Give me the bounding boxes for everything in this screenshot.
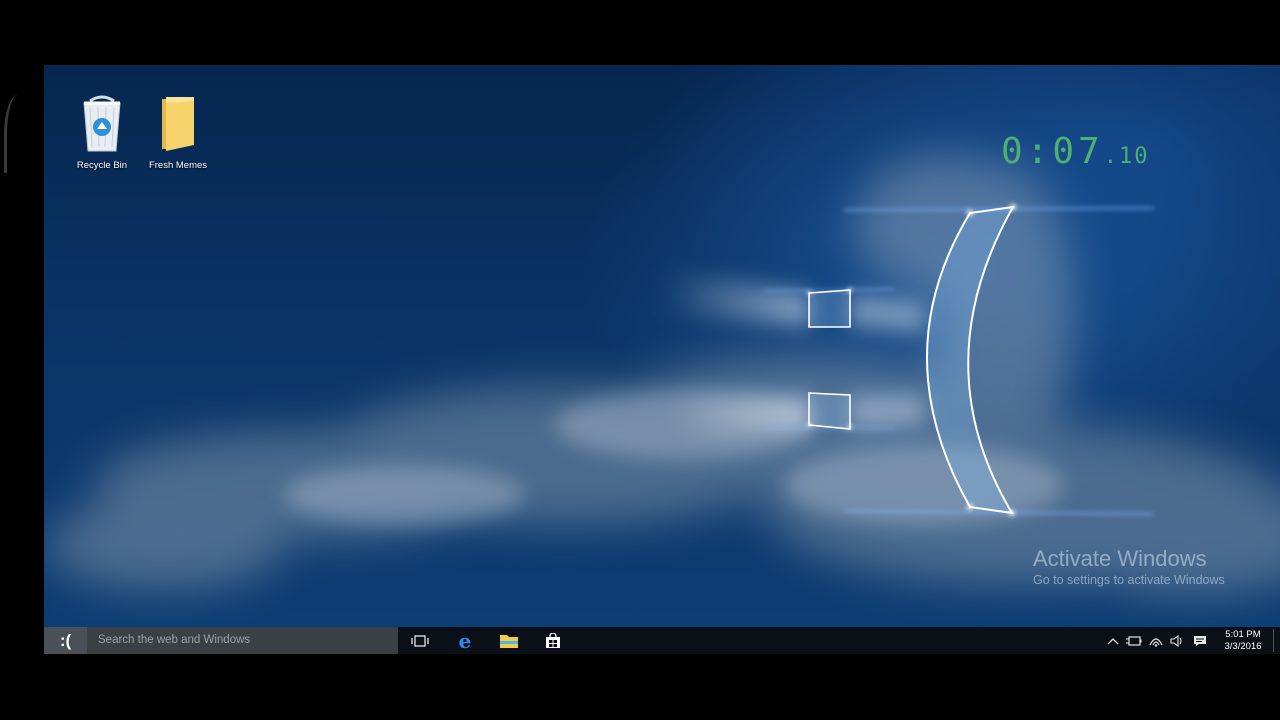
- watermark-subtitle: Go to settings to activate Windows: [1033, 573, 1225, 587]
- start-button[interactable]: :(: [44, 627, 87, 654]
- desktop-icon-label: Recycle Bin: [76, 160, 128, 171]
- store-icon[interactable]: [533, 627, 573, 654]
- desktop[interactable]: Recycle Bin Fresh Memes 0:07.10 Activate…: [44, 65, 1280, 627]
- folder-icon: [140, 95, 216, 156]
- chevron-up-icon[interactable]: [1104, 632, 1122, 649]
- edge-icon[interactable]: e: [445, 627, 485, 654]
- watermark-title: Activate Windows: [1033, 546, 1207, 571]
- recycle-bin-icon: [64, 95, 140, 156]
- battery-icon[interactable]: [1125, 632, 1143, 649]
- bezel-edge: [4, 95, 21, 173]
- activate-windows-watermark: Activate Windows Go to settings to activ…: [1033, 546, 1273, 588]
- volume-icon[interactable]: [1168, 632, 1186, 649]
- search-input[interactable]: Search the web and Windows: [87, 627, 398, 654]
- timer-fraction: .10: [1103, 144, 1150, 169]
- timer-main: 0:07: [1001, 131, 1104, 172]
- wifi-icon[interactable]: [1147, 632, 1165, 649]
- desktop-icon-fresh-memes[interactable]: Fresh Memes: [140, 95, 216, 171]
- clock-time: 5:01 PM: [1225, 629, 1261, 640]
- desktop-icon-recycle-bin[interactable]: Recycle Bin: [64, 95, 140, 171]
- file-explorer-icon[interactable]: [489, 627, 529, 654]
- taskbar-clock[interactable]: 5:01 PM 3/3/2016: [1208, 629, 1278, 653]
- clock-date: 3/3/2016: [1224, 641, 1262, 652]
- taskbar: :( Search the web and Windows e 5:01 PM …: [44, 627, 1280, 654]
- desktop-icon-label: Fresh Memes: [148, 160, 208, 171]
- task-view-icon[interactable]: [400, 627, 440, 654]
- show-desktop-button[interactable]: [1273, 629, 1274, 652]
- stopwatch-readout: 0:07.10: [1001, 132, 1151, 172]
- action-center-icon[interactable]: [1191, 632, 1209, 649]
